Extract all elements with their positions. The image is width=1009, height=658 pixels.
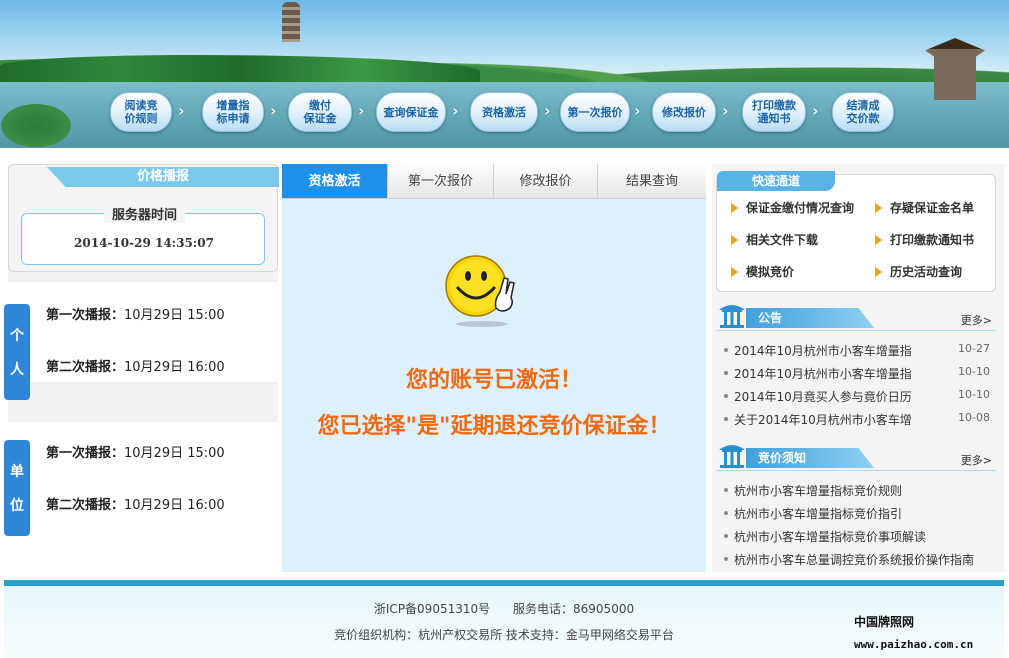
chevron-right-icon: ›: [452, 101, 459, 120]
server-time-label: 服务器时间: [104, 204, 186, 223]
chevron-right-icon: ›: [358, 101, 365, 120]
chevron-right-icon: ›: [270, 101, 277, 120]
notice-item[interactable]: 2014年10月杭州市小客车增量指 10-27: [724, 342, 994, 359]
notice-item[interactable]: 关于2014年10月杭州市小客车增 10-08: [724, 411, 994, 428]
chevron-right-icon: ›: [722, 101, 729, 120]
watermark-logo-text: 中国牌照网: [854, 615, 915, 629]
step-query-deposit[interactable]: 查询保证金: [376, 92, 446, 132]
step-activate[interactable]: 资格激活: [470, 92, 538, 132]
step-read-rules[interactable]: 阅读竞 价规则: [110, 92, 172, 132]
tab-first-bid[interactable]: 第一次报价: [388, 164, 494, 198]
triangle-right-icon: [875, 267, 882, 277]
triangle-right-icon: [731, 267, 738, 277]
tab-company[interactable]: 单 位: [4, 440, 30, 536]
company-first-broadcast: 第一次播报：10月29日 15:00: [46, 446, 225, 461]
step-pay-deposit[interactable]: 缴付 保证金: [288, 92, 352, 132]
chevron-right-icon: ›: [178, 101, 185, 120]
triangle-right-icon: [731, 203, 738, 213]
main-tabs: 资格激活 第一次报价 修改报价 结果查询: [282, 164, 706, 199]
notice-item[interactable]: 2014年10月杭州市小客车增量指 10-10: [724, 365, 994, 382]
server-time-box: 服务器时间 2014-10-29 14:35:07: [21, 204, 265, 265]
chevron-right-icon: ›: [544, 101, 551, 120]
guide-item[interactable]: 杭州市小客车总量调控竞价系统报价操作指南: [724, 551, 994, 568]
service-phone: 服务电话：86905000: [513, 602, 635, 616]
step-first-bid[interactable]: 第一次报价: [560, 92, 630, 132]
notice-item[interactable]: 2014年10月竟买人参与竟价日历 10-10: [724, 388, 994, 405]
notice-more-link[interactable]: 更多>: [961, 312, 992, 328]
left-panel: 价格播报 服务器时间 2014-10-29 14:35:07 个 人 第一次播报…: [4, 164, 279, 572]
guide-item[interactable]: 杭州市小客车增量指标竞价事项解读: [724, 528, 994, 545]
guide-item[interactable]: 杭州市小客车增量指标竞价指引: [724, 505, 994, 522]
personal-broadcast-group: 个 人 第一次播报：10月29日 15:00 第二次播报：10月29日 16:0…: [4, 282, 278, 400]
guide-more-link[interactable]: 更多>: [961, 452, 992, 468]
bidding-guide-section: 竞价须知 更多> 杭州市小客车增量指标竞价规则 杭州市小客车增量指标竞价指引 杭…: [716, 440, 996, 570]
step-print-notice[interactable]: 打印缴款 通知书: [742, 92, 806, 132]
tab-result-query[interactable]: 结果查询: [598, 164, 706, 198]
step-modify-bid[interactable]: 修改报价: [652, 92, 716, 132]
personal-second-broadcast: 第二次播报：10月29日 16:00: [46, 360, 225, 375]
triangle-right-icon: [731, 235, 738, 245]
footer: 浙ICP备09051310号 服务电话：86905000 竞价组织机构：杭州产权…: [4, 586, 1004, 658]
quick-access-box: 快速通道 保证金缴付情况查询 存疑保证金名单 相关文件下载 打印缴款通知书 模拟…: [716, 171, 996, 292]
pavilion-icon: [719, 445, 745, 468]
notice-section: 公告 更多> 2014年10月杭州市小客车增量指 10-27 2014年10月杭州…: [716, 300, 996, 434]
link-file-download[interactable]: 相关文件下载: [731, 231, 818, 248]
step-settle-payment[interactable]: 结清成 交价款: [832, 92, 894, 132]
link-mock-bidding[interactable]: 模拟竞价: [731, 263, 794, 280]
tab-modify-bid[interactable]: 修改报价: [494, 164, 598, 198]
icp-number: 浙ICP备09051310号: [373, 602, 491, 616]
price-broadcast-box: 价格播报 服务器时间 2014-10-29 14:35:07: [8, 164, 279, 272]
pagoda-image: [282, 2, 300, 42]
guide-header: 竞价须知 更多>: [716, 440, 996, 471]
link-print-payment-notice[interactable]: 打印缴款通知书: [875, 231, 974, 248]
link-history-query[interactable]: 历史活动查询: [875, 263, 962, 280]
chevron-right-icon: ›: [812, 101, 819, 120]
company-broadcast-group: 单 位 第一次播报：10月29日 15:00 第二次播报：10月29日 16:0…: [4, 422, 278, 572]
guide-title: 竞价须知: [746, 448, 874, 468]
deposit-delay-message: 您已选择"是"延期退还竞价保证金！: [317, 414, 671, 439]
lotus-image: [0, 92, 90, 148]
personal-first-broadcast: 第一次播报：10月29日 15:00: [46, 308, 225, 323]
company-second-broadcast: 第二次播报：10月29日 16:00: [46, 498, 225, 513]
activation-message: 您的账号已激活！: [405, 368, 582, 393]
triangle-right-icon: [875, 203, 882, 213]
pavilion-icon: [719, 305, 745, 328]
right-panel: 快速通道 保证金缴付情况查询 存疑保证金名单 相关文件下载 打印缴款通知书 模拟…: [712, 164, 1004, 572]
guide-item[interactable]: 杭州市小客车增量指标竞价规则: [724, 482, 994, 499]
header-banner: 阅读竞 价规则 › 增量指 标申请 › 缴付 保证金 › 查询保证金 › 资格激活 ›…: [0, 0, 1009, 148]
notice-header: 公告 更多>: [716, 300, 996, 331]
triangle-right-icon: [875, 235, 882, 245]
notice-title: 公告: [746, 308, 874, 328]
chevron-right-icon: ›: [634, 101, 641, 120]
tab-personal[interactable]: 个 人: [4, 304, 30, 400]
smiley-victory-icon: [445, 255, 515, 327]
link-doubtful-deposit-list[interactable]: 存疑保证金名单: [875, 199, 974, 216]
watermark-url: www.paizhao.com.cn: [854, 638, 974, 651]
server-time-value: 2014-10-29 14:35:07: [74, 236, 214, 250]
quick-access-title: 快速通道: [717, 171, 835, 191]
main-panel: 资格激活 第一次报价 修改报价 结果查询 您的账号已激活！ 您已选择"是"延期退…: [282, 164, 706, 572]
step-apply-quota[interactable]: 增量指 标申请: [202, 92, 264, 132]
pavilion-image: [925, 38, 985, 100]
tab-activation[interactable]: 资格激活: [282, 164, 388, 198]
price-broadcast-title: 价格播报: [47, 167, 279, 187]
link-deposit-status[interactable]: 保证金缴付情况查询: [731, 199, 854, 216]
